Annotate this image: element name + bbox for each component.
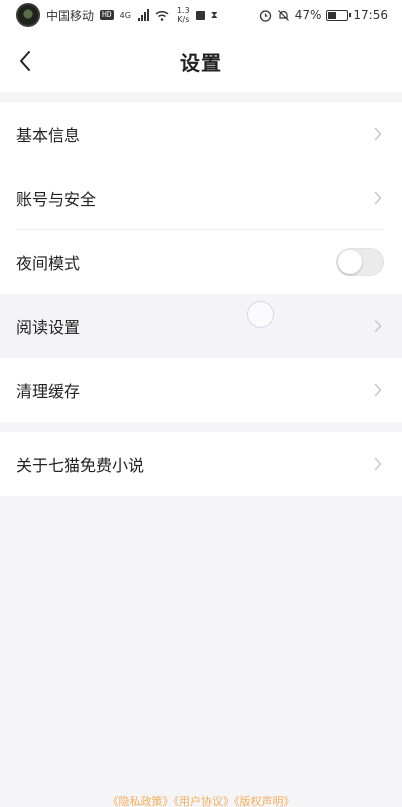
- nav-header: 设置: [0, 30, 402, 92]
- settings-row-basic-info[interactable]: 基本信息: [0, 102, 402, 166]
- network-type: 4G: [119, 10, 131, 20]
- carrier-name: 中国移动: [46, 8, 95, 23]
- chevron-right-icon: [374, 190, 384, 206]
- settings-row-label: 基本信息: [16, 126, 81, 145]
- settings-group-about: 关于七猫免费小说: [0, 432, 402, 496]
- hd-badge: HD: [100, 10, 114, 20]
- chevron-right-icon: [374, 318, 384, 334]
- status-time: 17:56: [353, 8, 388, 22]
- settings-row-about[interactable]: 关于七猫免费小说: [0, 432, 402, 496]
- settings-row-account-security[interactable]: 账号与安全: [0, 166, 402, 230]
- footer-links: 《隐私政策》《用户协议》《版权声明》: [0, 793, 402, 807]
- privacy-policy-link[interactable]: 《隐私政策》: [108, 795, 174, 807]
- mute-bell-icon: [277, 9, 289, 21]
- chevron-right-icon: [374, 126, 384, 142]
- settings-row-night-mode: 夜间模式: [0, 230, 402, 294]
- battery-icon: [326, 9, 352, 21]
- chevron-right-icon: [374, 382, 384, 398]
- user-agreement-link[interactable]: 《用户协议》: [174, 795, 235, 807]
- chevron-right-icon: [374, 456, 384, 472]
- copyright-statement-link[interactable]: 《版权声明》: [234, 795, 295, 807]
- settings-row-clear-cache[interactable]: 清理缓存: [0, 358, 402, 422]
- status-right: 47% 17:56: [259, 8, 388, 22]
- settings-row-label: 夜间模式: [16, 254, 81, 273]
- signal-bars-icon: [137, 9, 149, 21]
- hourglass-icon: ⧗: [210, 9, 218, 21]
- net-speed: 1.3 K/s: [177, 6, 190, 24]
- settings-row-label: 清理缓存: [16, 382, 81, 401]
- app-avatar-icon: [16, 3, 40, 27]
- alarm-icon: [259, 9, 271, 22]
- battery-percent: 47%: [294, 8, 322, 22]
- net-speed-value: 1.3: [176, 6, 190, 15]
- wifi-icon: [155, 10, 169, 21]
- settings-row-label: 关于七猫免费小说: [16, 456, 145, 475]
- settings-row-label: 账号与安全: [16, 190, 97, 209]
- notification-square-icon: [195, 10, 205, 20]
- chevron-left-icon: [20, 51, 30, 71]
- settings-group-main: 基本信息 账号与安全 夜间模式 阅读设置 清理缓存: [0, 102, 402, 422]
- night-mode-toggle[interactable]: [336, 248, 384, 276]
- toggle-knob: [338, 250, 362, 274]
- page-title: 设置: [180, 50, 222, 75]
- status-left: 中国移动 HD 4G 1.3 K/s ⧗: [16, 3, 259, 27]
- status-bar: 中国移动 HD 4G 1.3 K/s ⧗ 47% 17:56: [0, 0, 402, 30]
- back-button[interactable]: [10, 46, 40, 76]
- net-speed-unit: K/s: [177, 15, 190, 24]
- settings-row-reading-settings[interactable]: 阅读设置: [0, 294, 402, 358]
- settings-row-label: 阅读设置: [16, 318, 81, 337]
